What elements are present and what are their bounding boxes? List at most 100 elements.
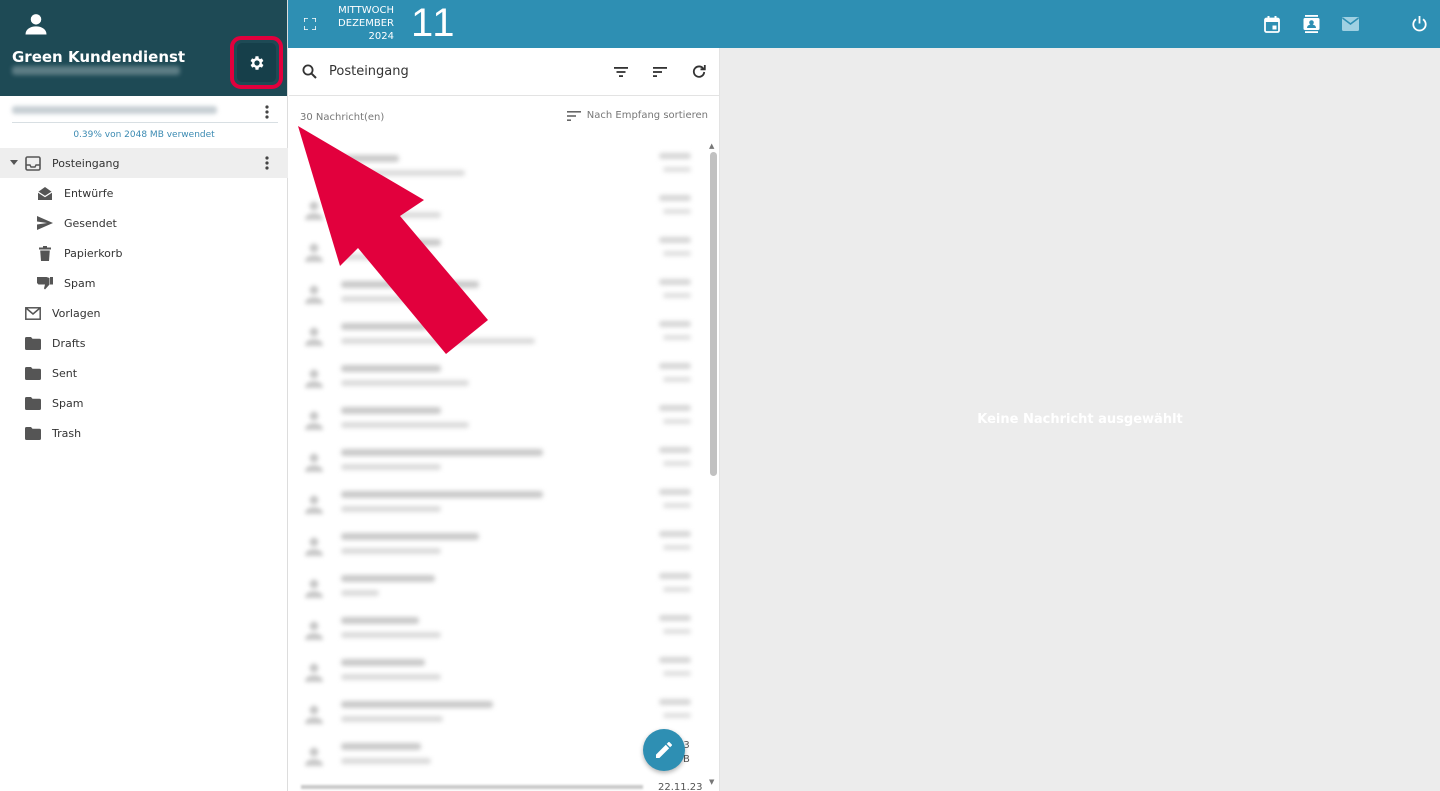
contact-avatar-icon (305, 579, 323, 598)
more-vertical-icon (265, 105, 269, 119)
pencil-icon (656, 742, 672, 758)
logout-button[interactable] (1409, 14, 1429, 34)
sort-icon (566, 110, 581, 121)
folder-icon (24, 334, 42, 352)
search-bar[interactable]: Posteingang (289, 48, 719, 96)
folder-spam[interactable]: Spam (0, 388, 288, 418)
sidebar: Green Kundendienst 0.39% von 2048 MB ver… (0, 0, 288, 791)
message-row[interactable] (289, 691, 709, 733)
message-row[interactable] (289, 607, 709, 649)
folder-label: Posteingang (52, 156, 120, 170)
message-row[interactable] (289, 187, 709, 229)
settings-button[interactable] (237, 43, 276, 82)
user-name: Green Kundendienst (12, 48, 186, 66)
contact-avatar-icon (305, 705, 323, 724)
message-count: 30 Nachricht(en) (300, 112, 385, 123)
folder-spam-de[interactable]: Spam (0, 268, 288, 298)
contact-avatar-icon (305, 327, 323, 346)
calendar-button[interactable] (1262, 14, 1282, 34)
filter-icon[interactable] (614, 67, 628, 77)
message-row-partial[interactable] (301, 785, 643, 789)
folder-label: Spam (52, 396, 84, 410)
contact-avatar-icon (305, 747, 323, 766)
sort-icon[interactable] (653, 67, 667, 77)
contact-avatar-icon (305, 285, 323, 304)
message-row[interactable] (289, 439, 709, 481)
message-row[interactable] (289, 481, 709, 523)
folder-label: Vorlagen (52, 306, 101, 320)
message-row[interactable] (289, 649, 709, 691)
message-row[interactable] (289, 229, 709, 271)
month: DEZEMBER (338, 18, 394, 29)
current-folder-label: Posteingang (329, 64, 409, 79)
more-vertical-icon (265, 156, 269, 170)
contact-avatar-icon (305, 201, 323, 220)
folder-label: Papierkorb (64, 246, 123, 260)
folder-menu-button[interactable] (258, 154, 276, 172)
folder-label: Trash (52, 426, 82, 440)
scroll-up-arrow[interactable]: ▲ (709, 142, 714, 150)
mail-outline-icon (24, 304, 42, 322)
folder-templates[interactable]: Vorlagen (0, 298, 288, 328)
message-row[interactable] (289, 271, 709, 313)
folder-drafts[interactable]: Drafts (0, 328, 288, 358)
folder-label: Gesendet (64, 216, 117, 230)
scrollbar-thumb[interactable] (710, 152, 717, 476)
message-row[interactable] (289, 313, 709, 355)
user-email-redacted (12, 66, 180, 75)
weekday: MITTWOCH (338, 5, 394, 16)
folder-drafts-de[interactable]: Entwürfe (0, 178, 288, 208)
search-icon[interactable] (302, 64, 317, 79)
compose-button[interactable] (643, 729, 685, 771)
contact-avatar-icon (305, 621, 323, 640)
send-icon (36, 214, 54, 232)
scroll-down-arrow[interactable]: ▼ (709, 778, 714, 786)
quota-text: 0.39% von 2048 MB verwendet (73, 130, 215, 140)
folder-sent[interactable]: Sent (0, 358, 288, 388)
folder-sent-de[interactable]: Gesendet (0, 208, 288, 238)
top-bar: MITTWOCH DEZEMBER 2024 11 (288, 0, 1440, 48)
folder-inbox[interactable]: Posteingang (0, 148, 288, 178)
folder-label: Spam (64, 276, 96, 290)
quota-bar (12, 122, 278, 123)
message-row[interactable] (289, 397, 709, 439)
reading-pane: Keine Nachricht ausgewählt (720, 48, 1440, 791)
message-row[interactable] (289, 355, 709, 397)
message-row[interactable] (289, 145, 709, 187)
empty-state-text: Keine Nachricht ausgewählt (977, 412, 1183, 427)
message-row[interactable] (289, 523, 709, 565)
message-list-pane: Posteingang 30 Nachricht(en) Nach Empfan… (289, 48, 720, 791)
sort-toggle[interactable]: Nach Empfang sortieren (566, 110, 708, 121)
trash-icon (36, 244, 54, 262)
account-row[interactable] (0, 96, 288, 148)
folder-icon (24, 394, 42, 412)
folder-icon (24, 424, 42, 442)
contact-avatar-icon (305, 663, 323, 682)
mail-button[interactable] (1340, 14, 1360, 34)
sort-label: Nach Empfang sortieren (586, 110, 708, 121)
gear-icon (250, 55, 263, 70)
contact-avatar-icon (305, 537, 323, 556)
fullscreen-button[interactable] (300, 14, 320, 34)
year: 2024 (368, 31, 394, 42)
contact-avatar-icon (305, 453, 323, 472)
contact-avatar-icon (305, 495, 323, 514)
folder-label: Entwürfe (64, 186, 114, 200)
date-display: MITTWOCH DEZEMBER 2024 (338, 4, 394, 43)
contact-avatar-icon (305, 411, 323, 430)
day-number: 11 (411, 1, 457, 45)
folder-label: Drafts (52, 336, 86, 350)
contacts-icon (1303, 15, 1319, 33)
caret-down-icon[interactable] (10, 160, 20, 166)
folder-icon (24, 364, 42, 382)
contacts-button[interactable] (1301, 14, 1321, 34)
refresh-icon[interactable] (692, 65, 706, 79)
account-menu-button[interactable] (258, 103, 276, 121)
contact-avatar-icon (305, 243, 323, 262)
power-icon (1411, 16, 1427, 32)
account-header: Green Kundendienst (0, 0, 287, 96)
folder-trash[interactable]: Trash (0, 418, 288, 448)
folder-trash-de[interactable]: Papierkorb (0, 238, 288, 268)
user-avatar-icon (25, 14, 47, 35)
message-row[interactable] (289, 565, 709, 607)
